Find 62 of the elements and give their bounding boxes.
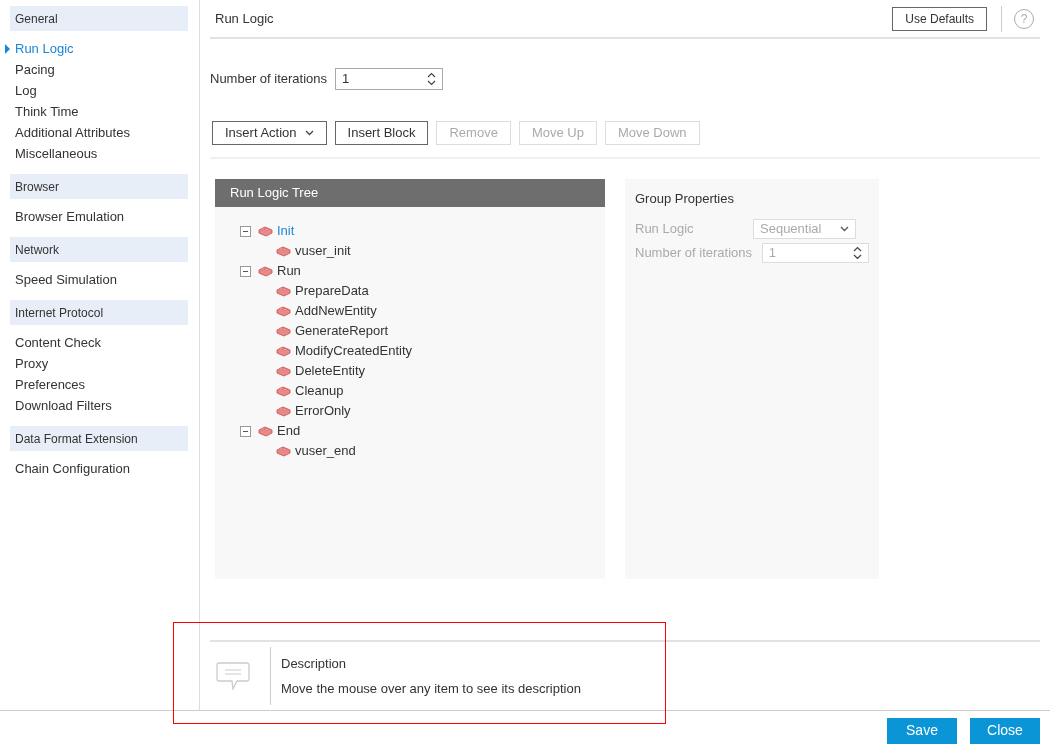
- field-label: Number of iterations: [210, 70, 328, 89]
- brick-icon: [258, 425, 273, 437]
- brick-icon: [276, 305, 291, 317]
- collapse-toggle-icon[interactable]: [240, 225, 251, 237]
- sidebar-item[interactable]: Think Time: [15, 101, 79, 122]
- tree-node-label[interactable]: PrepareData: [295, 281, 369, 301]
- brick-icon: [276, 285, 291, 297]
- field-label: Run Logic: [635, 219, 695, 238]
- brick-icon: [258, 265, 273, 277]
- sidebar-item[interactable]: Chain Configuration: [15, 458, 130, 479]
- brick-icon: [276, 405, 291, 417]
- tree-node-label[interactable]: vuser_end: [295, 441, 356, 461]
- sidebar-item[interactable]: Download Filters: [15, 395, 112, 416]
- chevron-down-icon: [840, 225, 849, 232]
- sidebar-section-header: Internet Protocol: [10, 300, 188, 325]
- page-title: Run Logic: [215, 9, 275, 28]
- use-defaults-button[interactable]: Use Defaults: [892, 6, 987, 31]
- brick-icon: [276, 365, 291, 377]
- collapse-toggle-icon[interactable]: [240, 265, 251, 277]
- tree-node-label[interactable]: vuser_init: [295, 241, 351, 261]
- description-title: Description: [281, 655, 348, 673]
- sidebar-item[interactable]: Additional Attributes: [15, 122, 130, 143]
- toolbar-button[interactable]: Insert Block: [334, 121, 429, 145]
- field-label: Number of iterations: [635, 243, 754, 262]
- sidebar-item[interactable]: Run Logic: [15, 38, 74, 59]
- tree-node-label[interactable]: DeleteEntity: [295, 361, 366, 381]
- sidebar-item[interactable]: Proxy: [15, 353, 49, 374]
- dropdown-button[interactable]: Insert Action: [212, 121, 327, 145]
- chevron-down-icon: [304, 130, 314, 136]
- tree-node-label[interactable]: Cleanup: [295, 381, 344, 401]
- sidebar-section-header: Browser: [10, 174, 188, 199]
- brick-icon: [276, 445, 291, 457]
- panel-header: Run Logic Tree: [215, 179, 605, 207]
- sidebar-section-header: Data Format Extension: [10, 426, 188, 451]
- brick-icon: [276, 245, 291, 257]
- collapse-toggle-icon[interactable]: [240, 425, 251, 437]
- speech-bubble-icon: [216, 662, 250, 690]
- brick-icon: [276, 345, 291, 357]
- sidebar-section-header: General: [10, 6, 188, 31]
- sidebar-item[interactable]: Pacing: [15, 59, 55, 80]
- brick-icon: [276, 325, 291, 337]
- selection-triangle-icon: [5, 43, 10, 54]
- sidebar-item[interactable]: Speed Simulation: [15, 269, 117, 290]
- panel-title: Group Properties: [635, 190, 735, 208]
- tree-node-label[interactable]: ModifyCreatedEntity: [295, 341, 413, 361]
- brick-icon: [276, 385, 291, 397]
- tree-node-label[interactable]: AddNewEntity: [295, 301, 377, 321]
- brick-icon: [258, 225, 273, 237]
- iterations-spinbox[interactable]: 1: [335, 68, 444, 90]
- tree-node-label[interactable]: ErrorOnly: [295, 401, 351, 421]
- tree-node-label[interactable]: Init: [277, 221, 295, 241]
- tree-node-label[interactable]: End: [277, 421, 301, 441]
- sidebar-item[interactable]: Preferences: [15, 374, 86, 395]
- tree-node-label[interactable]: GenerateReport: [295, 321, 389, 341]
- sidebar-section-header: Network: [10, 237, 188, 262]
- sidebar-item[interactable]: Log: [15, 80, 37, 101]
- sidebar-item[interactable]: Content Check: [15, 332, 101, 353]
- description-text: Move the mouse over any item to see its description: [281, 679, 581, 698]
- spinner-arrows-icon[interactable]: [427, 72, 437, 86]
- sidebar-item[interactable]: Miscellaneous: [15, 143, 98, 164]
- sidebar-item[interactable]: Browser Emulation: [15, 206, 125, 227]
- tree-node-label[interactable]: Run: [277, 261, 301, 281]
